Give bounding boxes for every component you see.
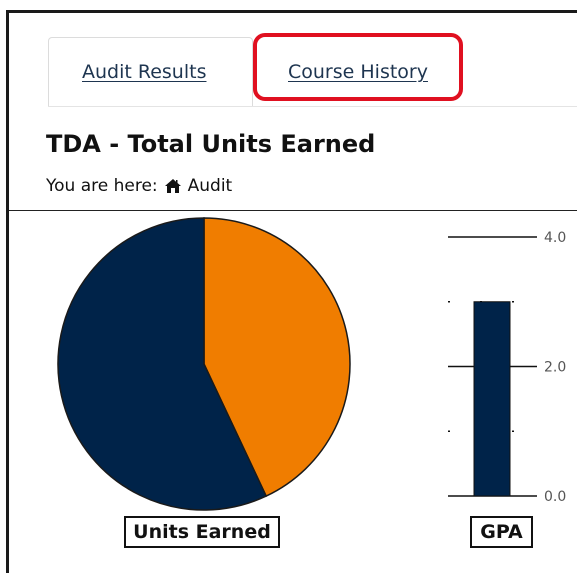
gpa-tick-label: 4.0: [544, 230, 566, 246]
units-earned-label: Units Earned: [124, 516, 280, 548]
gpa-bar: [473, 301, 511, 497]
gpa-tick-label: 2.0: [544, 360, 566, 376]
gpa-label: GPA: [470, 516, 533, 548]
gpa-tick-label: 0.0: [544, 489, 566, 505]
gpa-bar-chart: 4.0 2.0 0.0: [448, 230, 566, 505]
units-pie-chart: [57, 217, 351, 511]
charts-canvas: 4.0 2.0 0.0: [57, 217, 566, 511]
